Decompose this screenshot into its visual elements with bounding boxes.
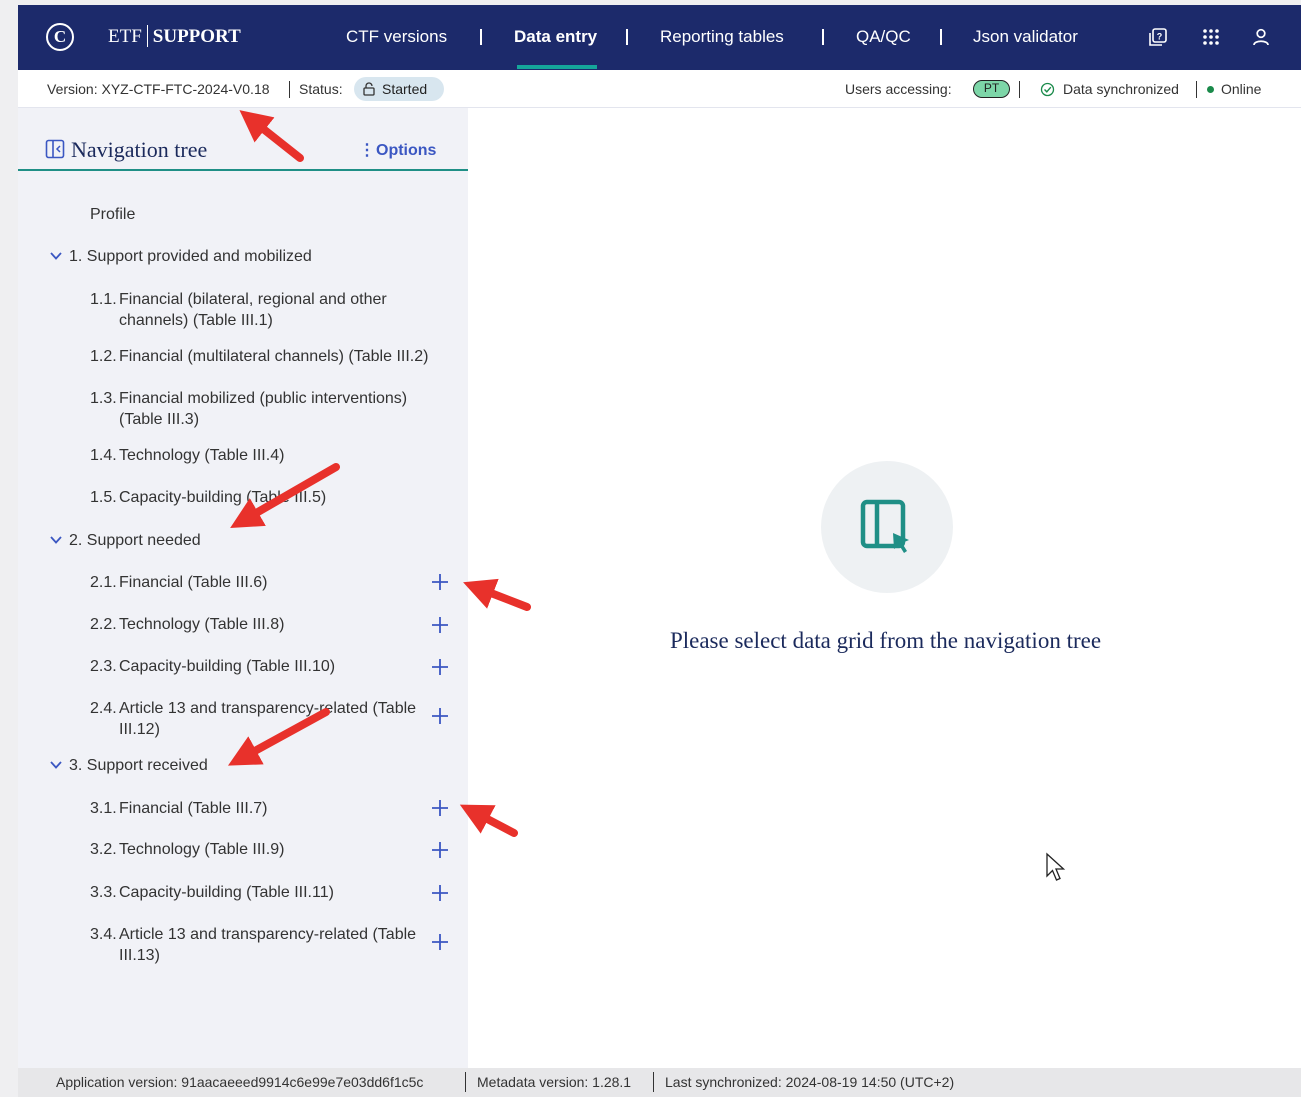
tree-item-label: Profile xyxy=(90,206,136,223)
user-icon[interactable] xyxy=(1249,25,1273,49)
app-window: C ETF SUPPORT CTF versions Data entry Rep… xyxy=(18,5,1301,1097)
nav-json-validator[interactable]: Json validator xyxy=(973,25,1078,49)
tree-item-label: Article 13 and transparency-related (Tab… xyxy=(119,700,417,738)
tree-section-label: 2. Support needed xyxy=(69,532,201,549)
tree-item-number: 3.1. xyxy=(90,800,117,817)
nav-ctf-versions[interactable]: CTF versions xyxy=(346,25,447,49)
tree-item-number: 2.3. xyxy=(90,658,117,675)
navigation-sidebar: Navigation tree ⋮Options Profile 1. Supp… xyxy=(18,108,468,1068)
user-avatar-chip[interactable]: PT xyxy=(973,80,1010,98)
tree-item-label: Capacity-building (Table III.5) xyxy=(119,489,327,506)
online-indicator-icon xyxy=(1207,86,1214,93)
main-content-area: Please select data grid from the navigat… xyxy=(468,108,1301,1068)
tree-item-3-4[interactable]: 3.4. Article 13 and transparency-related … xyxy=(90,924,430,968)
tree-item-number: 1.1. xyxy=(90,291,117,308)
logo-etf-text: ETF xyxy=(108,26,142,47)
metadata-version: Metadata version: 1.28.1 xyxy=(477,1074,632,1090)
empty-state-message: Please select data grid from the navigat… xyxy=(669,628,1102,653)
unlock-icon xyxy=(363,82,375,96)
tree-item-number: 1.4. xyxy=(90,447,117,464)
tree-item-number: 3.4. xyxy=(90,926,117,943)
status-separator xyxy=(1019,81,1020,98)
tree-item-number: 3.3. xyxy=(90,884,117,901)
status-separator xyxy=(289,81,290,98)
mouse-pointer-icon xyxy=(1046,852,1066,881)
tree-item-label: Financial (Table III.6) xyxy=(119,574,268,591)
online-status: Online xyxy=(1221,81,1262,97)
nav-qa-qc[interactable]: QA/QC xyxy=(856,25,911,49)
tree-item-label: Capacity-building (Table III.10) xyxy=(119,658,336,675)
application-version: Application version: 91aacaeeed9914c6e99… xyxy=(56,1074,424,1090)
nav-separator xyxy=(480,29,482,45)
tree-item-number: 2.2. xyxy=(90,616,117,633)
tree-item-label: Technology (Table III.8) xyxy=(119,616,285,633)
nav-separator xyxy=(940,29,942,45)
footer-separator xyxy=(653,1072,654,1092)
app-logo[interactable]: ETF SUPPORT xyxy=(108,25,241,49)
version-label: Version: XYZ-CTF-FTC-2024-V0.18 xyxy=(47,81,270,97)
chevron-down-icon[interactable] xyxy=(48,248,64,264)
nav-data-entry[interactable]: Data entry xyxy=(514,25,597,49)
tree-item-number: 2.4. xyxy=(90,700,117,717)
svg-text:?: ? xyxy=(1157,32,1163,42)
sync-status: Data synchronized xyxy=(1063,81,1179,97)
add-icon[interactable] xyxy=(430,615,450,635)
logo-divider xyxy=(146,25,148,48)
apps-grid-icon[interactable] xyxy=(1199,25,1223,49)
options-menu-button[interactable]: ⋮Options xyxy=(358,140,436,160)
status-bar: Version: XYZ-CTF-FTC-2024-V0.18 Status: … xyxy=(18,70,1301,108)
tree-item-label: Technology (Table III.9) xyxy=(119,841,285,858)
tree-item-label: Financial mobilized (public intervention… xyxy=(119,390,408,428)
navigation-tree-title: Navigation tree xyxy=(71,137,208,162)
status-label: Status: xyxy=(299,81,343,97)
tree-item-label: Technology (Table III.4) xyxy=(119,447,285,464)
status-separator xyxy=(1196,81,1197,98)
tree-item-number: 1.2. xyxy=(90,348,117,365)
logo-support-text: SUPPORT xyxy=(152,26,241,47)
add-icon[interactable] xyxy=(430,840,450,860)
tree-item-number: 2.1. xyxy=(90,574,117,591)
tree-item-number: 1.3. xyxy=(90,390,117,407)
add-icon[interactable] xyxy=(430,572,450,592)
footer-bar: Application version: 91aacaeeed9914c6e99… xyxy=(18,1068,1301,1097)
add-icon[interactable] xyxy=(430,883,450,903)
help-icon[interactable]: ? xyxy=(1146,25,1170,49)
chevron-down-icon[interactable] xyxy=(48,532,64,548)
footer-separator xyxy=(465,1072,466,1092)
add-icon[interactable] xyxy=(430,706,450,726)
top-navigation-bar: C ETF SUPPORT CTF versions Data entry Rep… xyxy=(18,5,1301,70)
tree-section-label: 1. Support provided and mobilized xyxy=(69,248,312,265)
collapse-panel-icon[interactable] xyxy=(45,139,65,159)
tree-item-number: 3.2. xyxy=(90,841,117,858)
status-badge: Started xyxy=(354,77,444,101)
sync-check-icon xyxy=(1040,82,1055,97)
add-icon[interactable] xyxy=(430,932,450,952)
nav-separator xyxy=(822,29,824,45)
add-icon[interactable] xyxy=(430,798,450,818)
nav-separator xyxy=(626,29,628,45)
status-value: Started xyxy=(382,81,428,97)
nav-reporting-tables[interactable]: Reporting tables xyxy=(660,25,784,49)
unfccc-logo-icon: C xyxy=(46,23,74,51)
more-vertical-icon: ⋮ xyxy=(359,142,375,159)
users-accessing-label: Users accessing: xyxy=(845,81,952,97)
tree-item-2-4[interactable]: 2.4. Article 13 and transparency-related … xyxy=(90,698,430,742)
tree-item-label: Financial (multilateral channels) (Table… xyxy=(119,348,429,365)
empty-state-illustration xyxy=(821,461,953,593)
last-synchronized: Last synchronized: 2024-08-19 14:50 (UTC… xyxy=(665,1074,955,1090)
select-panel-icon xyxy=(860,499,909,553)
chevron-down-icon[interactable] xyxy=(48,757,64,773)
tree-item-1-3[interactable]: 1.3. Financial mobilized (public interven… xyxy=(90,388,430,432)
tree-item-label: Capacity-building (Table III.11) xyxy=(119,884,334,901)
navigation-tree-header: Navigation tree ⋮Options xyxy=(18,108,468,171)
options-label: Options xyxy=(376,142,437,159)
tree-item-1-1[interactable]: 1.1. Financial (bilateral, regional and o… xyxy=(90,289,430,333)
tree-item-label: Financial (Table III.7) xyxy=(119,800,268,817)
tree-item-number: 1.5. xyxy=(90,489,117,506)
active-tab-indicator xyxy=(517,65,597,69)
tree-section-label: 3. Support received xyxy=(69,757,208,774)
tree-item-label: Financial (bilateral, regional and other… xyxy=(119,291,387,329)
tree-item-label: Article 13 and transparency-related (Tab… xyxy=(119,926,417,964)
add-icon[interactable] xyxy=(430,657,450,677)
